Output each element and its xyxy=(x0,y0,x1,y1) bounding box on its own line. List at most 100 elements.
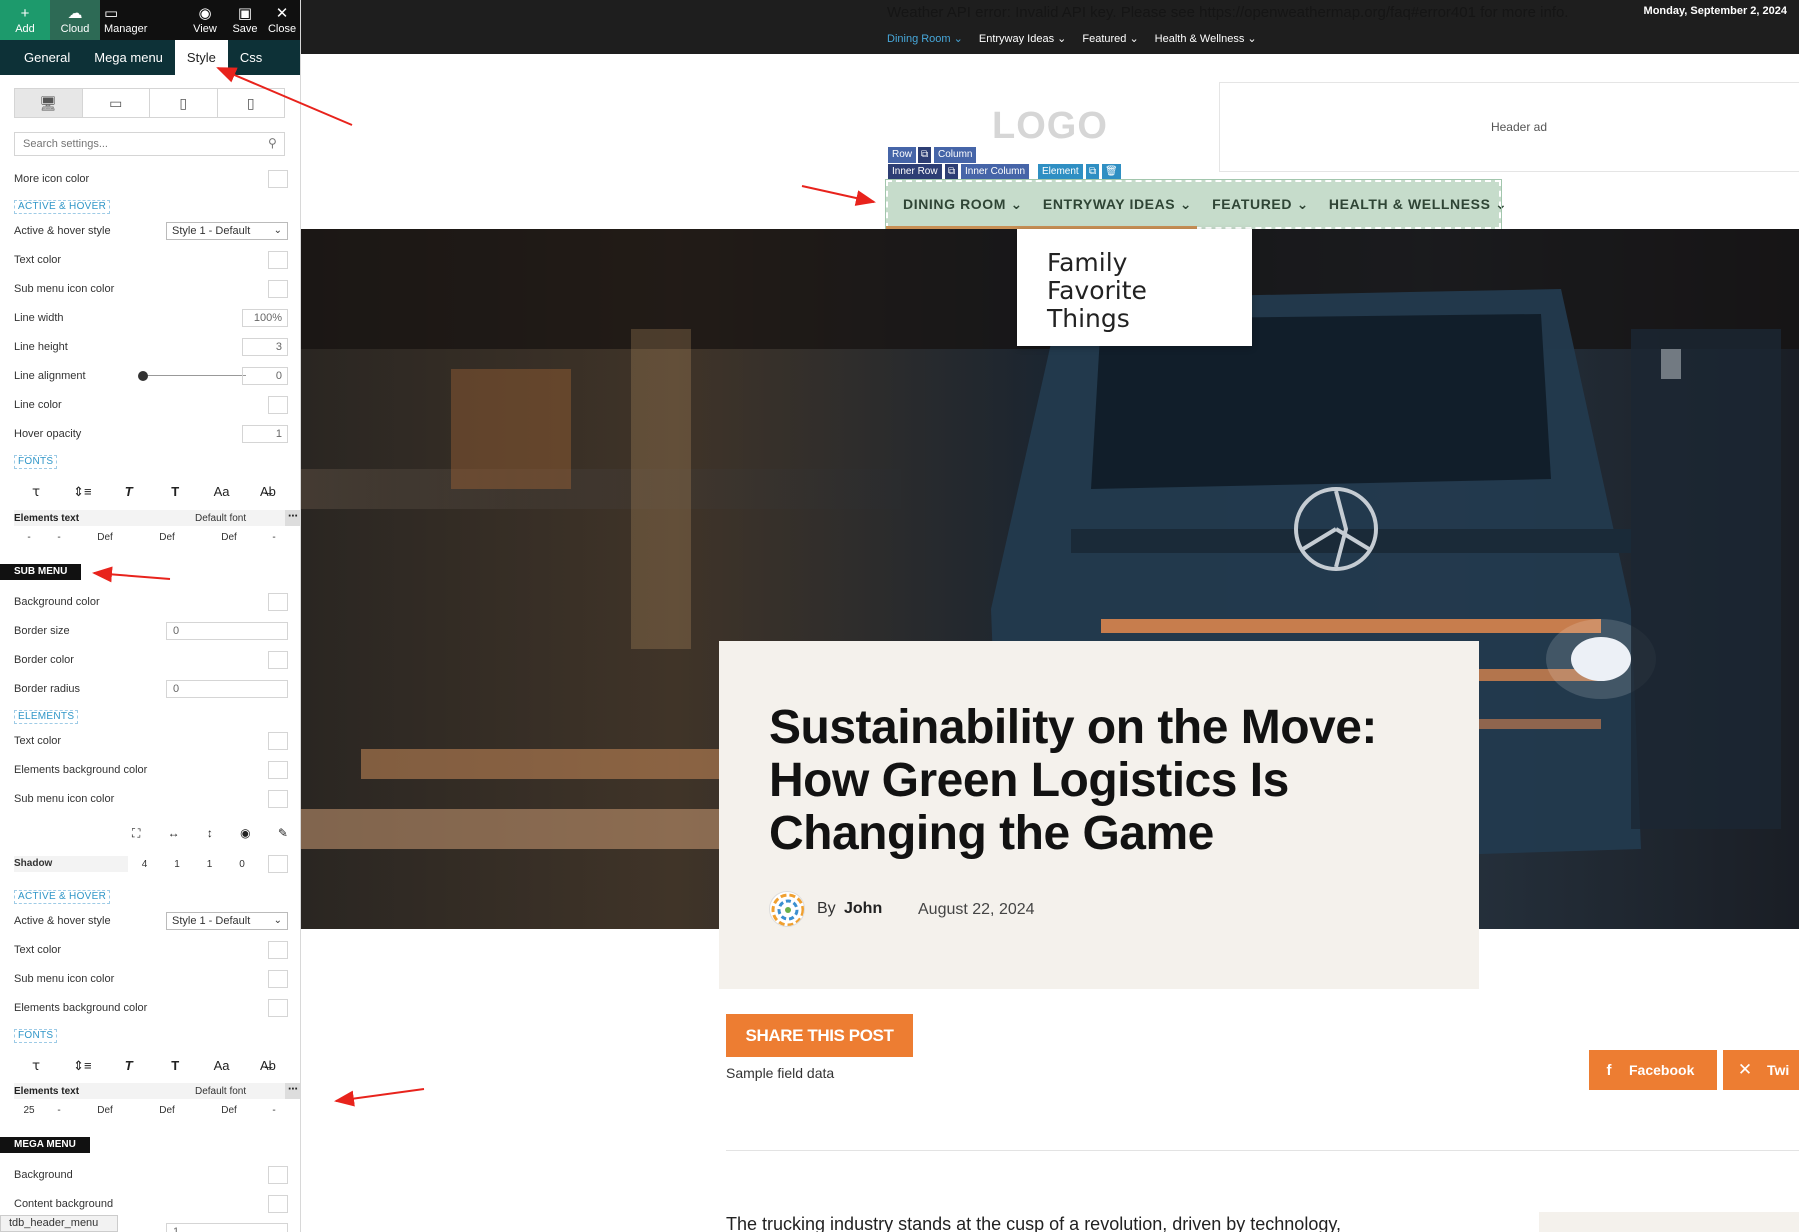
ah2-style-select[interactable]: Style 1 - Default ⌄ xyxy=(166,912,288,930)
line-height-icon[interactable]: ⇕≡ xyxy=(68,484,96,504)
author-name[interactable]: John xyxy=(844,900,882,918)
shadow-size-icon[interactable]: ⛶ xyxy=(132,826,140,844)
color-swatch[interactable] xyxy=(268,761,288,779)
color-swatch[interactable] xyxy=(268,999,288,1017)
topnav-item-dining-room[interactable]: Dining Room ⌄ xyxy=(887,32,963,45)
topnav-item-featured[interactable]: Featured ⌄ xyxy=(1082,32,1138,45)
article-body-text: The trucking industry stands at the cusp… xyxy=(726,1214,1342,1232)
chevron-down-icon: ⌄ xyxy=(1129,33,1139,45)
mega-background-row: Background xyxy=(14,1165,288,1185)
font-values-row-2: 25 - Def Def Def - xyxy=(23,1105,276,1116)
chevron-down-icon: ⌄ xyxy=(1247,33,1257,45)
author-avatar[interactable] xyxy=(769,891,805,927)
text-transform-icon[interactable]: Aa xyxy=(208,484,236,504)
menu-item-health-wellness[interactable]: HEALTH & WELLNESS ⌄ xyxy=(1329,196,1507,213)
add-button[interactable]: + Add xyxy=(0,0,50,40)
shadow-color-swatch[interactable] xyxy=(268,855,288,873)
color-swatch[interactable] xyxy=(268,732,288,750)
border-radius-input[interactable]: 0 xyxy=(166,680,288,698)
color-swatch[interactable] xyxy=(268,651,288,669)
line-alignment-slider[interactable] xyxy=(142,375,246,376)
tab-css[interactable]: Css xyxy=(228,40,274,75)
font-family-select[interactable]: Default font xyxy=(195,513,285,524)
more-options-icon[interactable]: ⋯ xyxy=(285,1083,300,1099)
site-logo[interactable]: LOGO xyxy=(992,105,1108,148)
color-swatch[interactable] xyxy=(268,170,288,188)
color-swatch[interactable] xyxy=(268,1166,288,1184)
save-button[interactable]: ▣ Save xyxy=(227,0,263,40)
cloud-icon: ☁ xyxy=(67,4,83,22)
menu-item-featured[interactable]: FEATURED ⌄ xyxy=(1212,196,1309,213)
search-input[interactable] xyxy=(14,132,285,156)
color-swatch[interactable] xyxy=(268,280,288,298)
font-size-icon[interactable]: ꚍ xyxy=(22,1058,50,1078)
header-ad[interactable]: Header ad xyxy=(1219,82,1799,172)
font-size-icon[interactable]: ꚍ xyxy=(22,484,50,504)
letter-spacing-icon[interactable]: A̶b xyxy=(254,1058,282,1078)
color-swatch[interactable] xyxy=(268,790,288,808)
line-width-input[interactable]: 100% xyxy=(242,309,288,327)
elements-sub-icon-color-row: Sub menu icon color xyxy=(14,789,288,809)
tab-general[interactable]: General xyxy=(12,40,82,75)
text-transform-icon[interactable]: Aa xyxy=(208,1058,236,1078)
phone-icon[interactable]: ▯ xyxy=(218,89,285,117)
menu-item-dining-room[interactable]: DINING ROOM ⌄ xyxy=(903,196,1023,213)
mega-value-input[interactable]: 1 xyxy=(166,1223,288,1232)
line-color-row: Line color xyxy=(14,395,288,415)
color-swatch[interactable] xyxy=(268,970,288,988)
submenu-item-family-favorite-things[interactable]: Family Favorite Things xyxy=(1047,249,1222,333)
shadow-color-icon[interactable]: ✎ xyxy=(278,826,288,844)
font-weight-icon[interactable]: T xyxy=(161,1058,189,1078)
color-swatch[interactable] xyxy=(268,251,288,269)
color-swatch[interactable] xyxy=(268,1195,288,1213)
share-post-button[interactable]: SHARE THIS POST xyxy=(726,1014,913,1057)
menu-item-entryway-ideas[interactable]: ENTRYWAY IDEAS ⌄ xyxy=(1043,196,1192,213)
desktop-icon[interactable]: 🖥 xyxy=(15,89,83,117)
line-height-input[interactable]: 3 xyxy=(242,338,288,356)
tab-mega-menu[interactable]: Mega menu xyxy=(82,40,175,75)
color-swatch[interactable] xyxy=(268,396,288,414)
copy-icon[interactable]: ⧉ xyxy=(945,164,959,180)
active-hover-style-select[interactable]: Style 1 - Default ⌄ xyxy=(166,222,288,240)
font-weight-icon[interactable]: T xyxy=(161,484,189,504)
shadow-offset-y-icon[interactable]: ↕ xyxy=(207,826,213,844)
copy-icon[interactable]: ⧉ xyxy=(918,147,932,163)
more-options-icon[interactable]: ⋯ xyxy=(285,510,300,526)
manager-button[interactable]: ▭ Manager xyxy=(100,0,150,40)
inner-column-tag[interactable]: Inner Column xyxy=(961,164,1030,180)
trash-icon[interactable]: 🗑 xyxy=(1102,164,1121,180)
cloud-button[interactable]: ☁ Cloud xyxy=(50,0,100,40)
border-size-input[interactable]: 0 xyxy=(166,622,288,640)
letter-spacing-icon[interactable]: A̶b xyxy=(254,484,282,504)
color-swatch[interactable] xyxy=(268,593,288,611)
font-style-icon[interactable]: T xyxy=(115,484,143,504)
font-family-select[interactable]: Default font xyxy=(195,1086,285,1097)
slider-handle[interactable] xyxy=(138,371,148,381)
settings-tabs: General Mega menu Style Css xyxy=(0,40,300,75)
inner-row-tag[interactable]: Inner Row xyxy=(888,164,942,180)
facebook-share-button[interactable]: f Facebook xyxy=(1589,1050,1717,1090)
close-button[interactable]: ✕ Close xyxy=(263,0,300,40)
element-tag[interactable]: Element xyxy=(1038,164,1083,180)
line-height-icon[interactable]: ⇕≡ xyxy=(68,1058,96,1078)
view-button[interactable]: ◉ View xyxy=(183,0,227,40)
tablet-portrait-icon[interactable]: ▯ xyxy=(150,89,218,117)
twitter-share-button[interactable]: ✕ Twi xyxy=(1723,1050,1799,1090)
row-tag[interactable]: Row xyxy=(888,147,917,163)
section-sub-menu: SUB MENU xyxy=(0,564,82,580)
shadow-spread-icon[interactable]: ◉ xyxy=(240,826,250,844)
topnav-item-entryway-ideas[interactable]: Entryway Ideas ⌄ xyxy=(979,32,1066,45)
tablet-landscape-icon[interactable]: ▭ xyxy=(83,89,150,117)
topnav-item-health-wellness[interactable]: Health & Wellness ⌄ xyxy=(1155,32,1257,45)
column-tag[interactable]: Column xyxy=(934,147,977,163)
color-swatch[interactable] xyxy=(268,941,288,959)
line-alignment-input[interactable]: 0 xyxy=(242,367,288,385)
tab-style[interactable]: Style xyxy=(174,40,228,75)
font-style-icon[interactable]: T xyxy=(115,1058,143,1078)
shadow-offset-x-icon[interactable]: ↔ xyxy=(168,826,180,844)
copy-icon[interactable]: ⧉ xyxy=(1086,164,1100,180)
plus-icon: + xyxy=(20,4,30,22)
hover-opacity-input[interactable]: 1 xyxy=(242,425,288,443)
facebook-icon: f xyxy=(1606,1061,1612,1079)
sub-menu-icon-color-row: Sub menu icon color xyxy=(14,279,288,299)
